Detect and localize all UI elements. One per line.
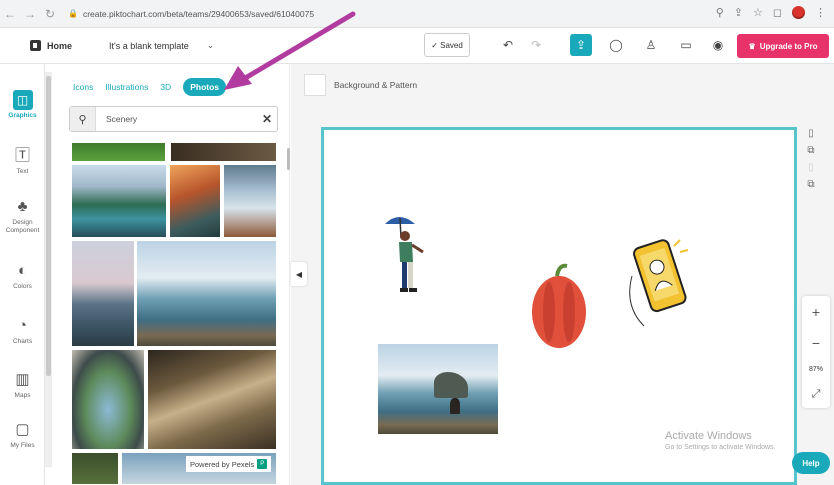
annotation-arrow bbox=[224, 11, 356, 90]
